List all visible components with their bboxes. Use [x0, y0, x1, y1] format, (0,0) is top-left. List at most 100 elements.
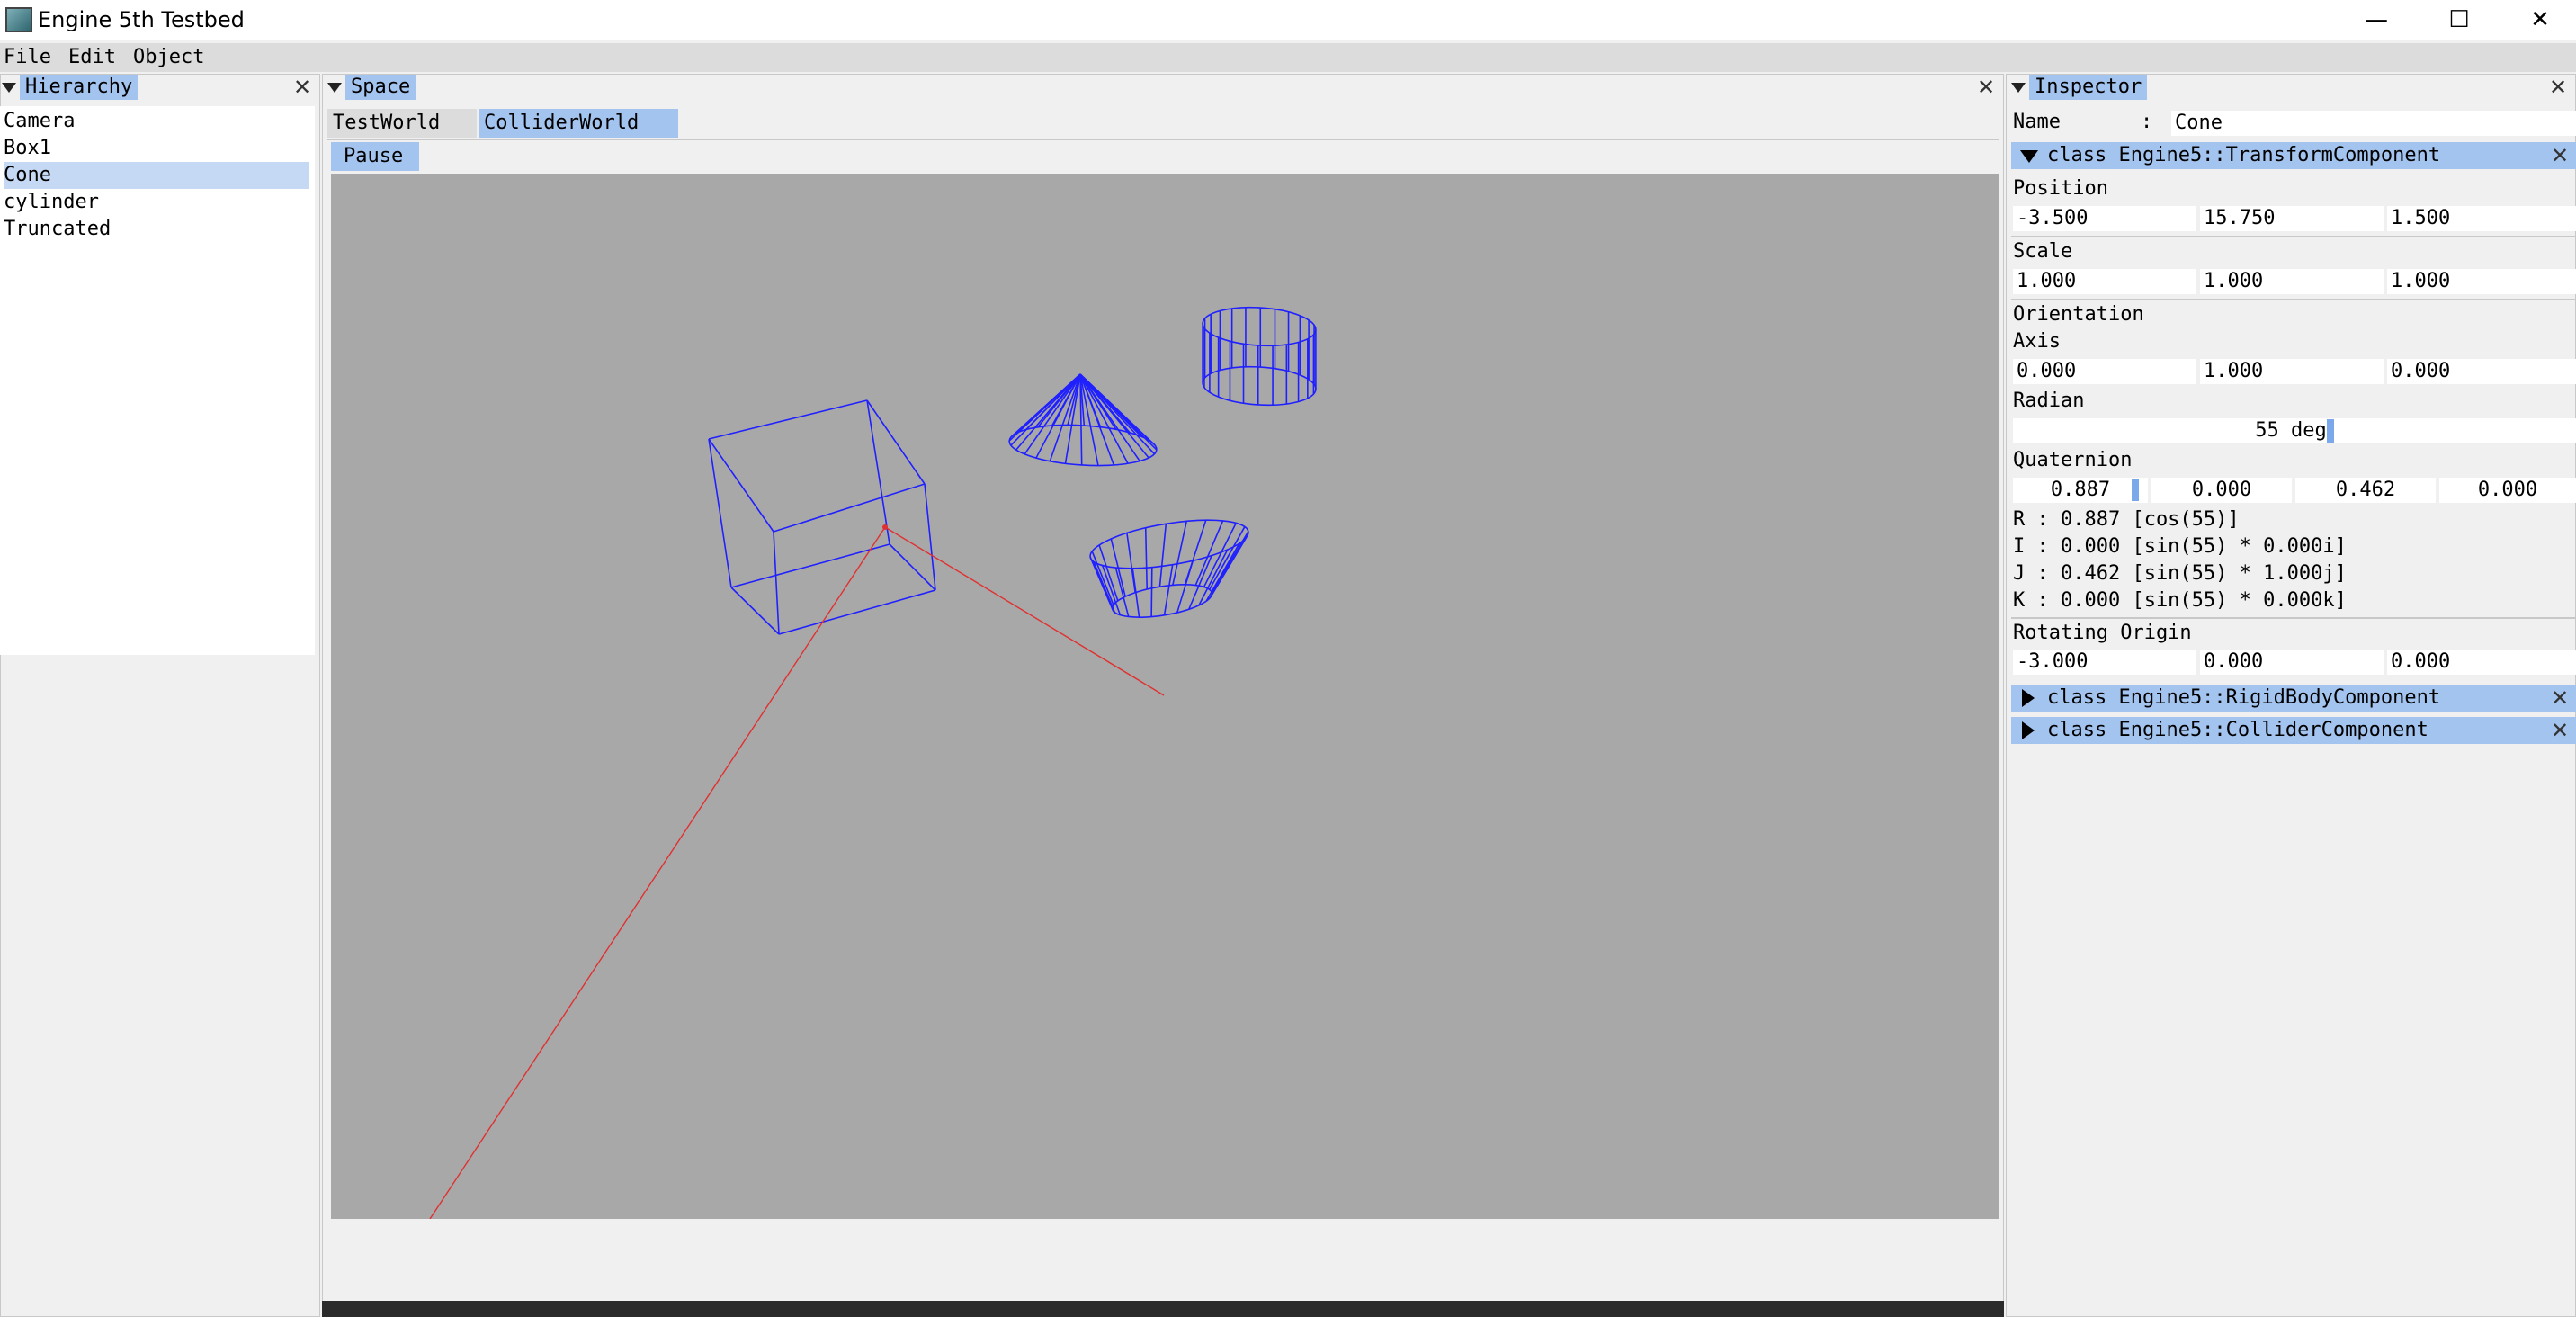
box-edge — [866, 399, 890, 545]
tab-colliderworld[interactable]: ColliderWorld — [479, 109, 678, 138]
wireframe-layer — [708, 306, 1317, 635]
hierarchy-list: Camera Box1 Cone cylinder Truncated — [0, 106, 315, 655]
quaternion-i-value: 0.000 — [2191, 479, 2252, 501]
close-icon[interactable]: ✕ — [2549, 75, 2567, 100]
collapse-triangle-icon[interactable] — [2, 83, 16, 93]
truncated-edge — [1209, 526, 1246, 590]
hierarchy-item-cylinder[interactable]: cylinder — [4, 189, 309, 216]
close-icon[interactable]: ✕ — [293, 75, 311, 100]
close-icon[interactable]: ✕ — [1977, 75, 1995, 100]
slider-grab-handle[interactable] — [2326, 419, 2334, 443]
pause-button[interactable]: Pause — [331, 142, 419, 171]
close-window-icon[interactable]: ✕ — [2499, 0, 2576, 40]
box-edge — [924, 483, 936, 591]
quaternion-i-field[interactable]: 0.000 — [2151, 478, 2292, 503]
title-bar — [0, 0, 2576, 40]
separator — [2011, 236, 2576, 237]
radian-slider[interactable]: 55 deg — [2013, 418, 2576, 443]
separator — [2011, 299, 2576, 300]
box-edge — [730, 543, 890, 588]
quaternion-k-line: K : 0.000 [sin(55) * 0.000k] — [2013, 589, 2347, 612]
collapse-triangle-icon[interactable] — [327, 83, 342, 93]
position-label: Position — [2013, 177, 2108, 200]
name-separator: : — [2141, 111, 2153, 133]
tab-underline — [327, 139, 1999, 140]
quaternion-r-field[interactable]: 0.887 — [2013, 478, 2148, 503]
rotating-origin-z-field[interactable]: 0.000 — [2387, 650, 2576, 675]
remove-component-icon[interactable]: ✕ — [2551, 718, 2569, 743]
slider-grab-handle[interactable] — [2132, 479, 2139, 501]
menu-object[interactable]: Object — [133, 45, 204, 70]
scale-z-field[interactable]: 1.000 — [2387, 269, 2576, 294]
axis-y-field[interactable]: 1.000 — [2200, 359, 2384, 384]
box-edge — [773, 483, 926, 533]
box-edge — [866, 399, 926, 485]
box-edge — [708, 399, 868, 440]
expand-right-icon[interactable] — [2022, 721, 2035, 739]
quaternion-k-field[interactable]: 0.000 — [2439, 478, 2576, 503]
name-label: Name — [2013, 111, 2061, 133]
expand-down-icon[interactable] — [2020, 150, 2038, 163]
axis-label: Axis — [2013, 330, 2061, 353]
radian-label: Radian — [2013, 390, 2085, 412]
hierarchy-item-box1[interactable]: Box1 — [4, 135, 309, 162]
ray-origin-point — [882, 524, 888, 530]
box-edge — [708, 438, 732, 588]
remove-component-icon[interactable]: ✕ — [2551, 685, 2569, 711]
maximize-icon[interactable]: ☐ — [2418, 0, 2500, 40]
scale-y-field[interactable]: 1.000 — [2200, 269, 2384, 294]
expand-right-icon[interactable] — [2022, 689, 2035, 707]
hierarchy-title[interactable]: Hierarchy — [20, 75, 139, 100]
rotating-origin-x-field[interactable]: -3.000 — [2013, 650, 2196, 675]
box-edge — [773, 531, 780, 635]
scale-label: Scale — [2013, 240, 2073, 263]
box-edge — [778, 589, 936, 635]
truncated-edge — [1211, 531, 1249, 594]
box-edge — [708, 438, 774, 533]
menu-edit[interactable]: Edit — [68, 45, 116, 70]
tab-testworld[interactable]: TestWorld — [327, 109, 477, 138]
quaternion-j-value: 0.462 — [2335, 479, 2396, 501]
minimize-icon[interactable]: — — [2335, 0, 2418, 40]
quaternion-i-line: I : 0.000 [sin(55) * 0.000i] — [2013, 535, 2347, 558]
separator — [2011, 617, 2576, 619]
ray-line — [429, 526, 886, 1220]
quaternion-label: Quaternion — [2013, 449, 2133, 471]
truncated-edge — [1144, 527, 1149, 590]
inspector-title[interactable]: Inspector — [2029, 75, 2148, 100]
remove-component-icon[interactable]: ✕ — [2551, 143, 2569, 168]
truncated-edge — [1163, 564, 1174, 615]
app-icon — [5, 7, 32, 32]
menu-file[interactable]: File — [4, 45, 51, 70]
ray-line — [884, 526, 1165, 696]
radian-value: 55 deg — [2255, 419, 2327, 442]
scene-viewport[interactable] — [331, 174, 1999, 1220]
name-field[interactable]: Cone — [2171, 111, 2576, 136]
cone-edge — [1079, 373, 1129, 464]
scale-x-field[interactable]: 1.000 — [2013, 269, 2196, 294]
box-edge — [889, 543, 936, 591]
position-y-field[interactable]: 15.750 — [2200, 206, 2384, 231]
truncated-edge — [1210, 536, 1248, 597]
truncated-edge — [1126, 533, 1136, 593]
status-strip — [322, 1301, 2004, 1317]
truncated-edge — [1150, 567, 1153, 617]
hierarchy-item-truncated[interactable]: Truncated — [4, 216, 309, 243]
axis-z-field[interactable]: 0.000 — [2387, 359, 2576, 384]
quaternion-r-value: 0.887 — [2050, 479, 2111, 501]
box-edge — [730, 587, 780, 635]
quaternion-k-value: 0.000 — [2477, 479, 2538, 501]
position-x-field[interactable]: -3.500 — [2013, 206, 2196, 231]
space-title[interactable]: Space — [345, 75, 416, 100]
position-z-field[interactable]: 1.500 — [2387, 206, 2576, 231]
hierarchy-item-camera[interactable]: Camera — [4, 108, 309, 135]
cone-edge — [1079, 373, 1131, 434]
rotating-origin-y-field[interactable]: 0.000 — [2200, 650, 2384, 675]
menu-bar — [0, 43, 2576, 72]
axis-x-field[interactable]: 0.000 — [2013, 359, 2196, 384]
quaternion-j-field[interactable]: 0.462 — [2295, 478, 2436, 503]
hierarchy-item-cone[interactable]: Cone — [4, 162, 309, 189]
collider-component-label: class Engine5::ColliderComponent — [2047, 719, 2428, 741]
collapse-triangle-icon[interactable] — [2011, 83, 2026, 93]
transform-component-label: class Engine5::TransformComponent — [2047, 144, 2441, 166]
